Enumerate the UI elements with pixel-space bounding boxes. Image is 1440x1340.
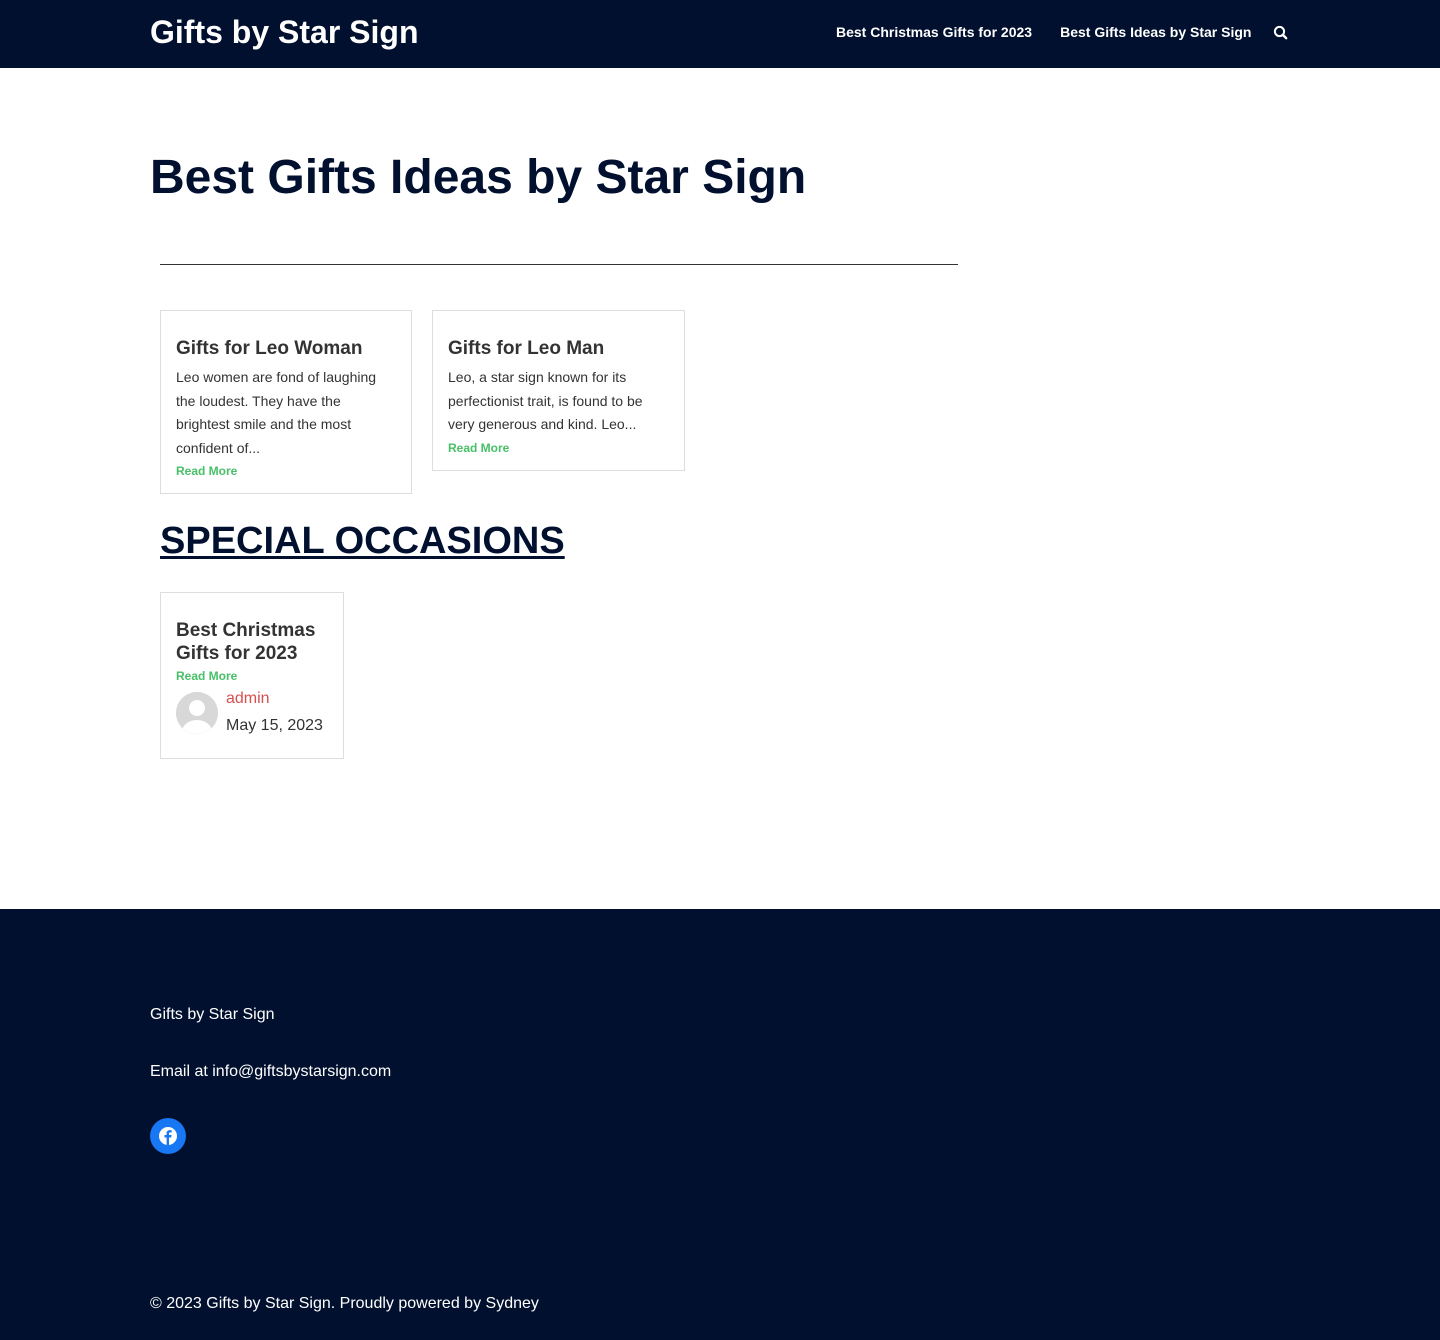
post-excerpt: Leo women are fond of laughing the loude… xyxy=(176,369,377,456)
author-meta: admin May 15, 2023 xyxy=(226,687,323,738)
nav-item-christmas-gifts[interactable]: Best Christmas Gifts for 2023 xyxy=(836,24,1032,40)
post-card: Gifts for Leo Man Leo, a star sign known… xyxy=(432,310,685,471)
avatar xyxy=(176,692,218,734)
post-excerpt: Leo, a star sign known for its perfectio… xyxy=(448,369,643,432)
site-footer: Gifts by Star Sign Email at info@giftsby… xyxy=(0,909,1440,1340)
read-more-link[interactable]: Read More xyxy=(448,441,669,455)
post-date: May 15, 2023 xyxy=(226,717,323,734)
post-author: admin May 15, 2023 xyxy=(176,687,328,738)
page-title: Best Gifts Ideas by Star Sign xyxy=(150,151,807,204)
nav-item-gift-ideas[interactable]: Best Gifts Ideas by Star Sign xyxy=(1060,24,1251,40)
divider xyxy=(160,264,958,265)
search-icon[interactable] xyxy=(1272,24,1290,42)
facebook-icon[interactable] xyxy=(150,1118,186,1154)
section-heading-special-occasions[interactable]: SPECIAL OCCASIONS xyxy=(160,520,565,563)
main-nav: Best Christmas Gifts for 2023 Best Gifts… xyxy=(836,24,1251,40)
post-card: Best Christmas Gifts for 2023 Read More … xyxy=(160,592,344,759)
read-more-link[interactable]: Read More xyxy=(176,669,328,683)
footer-title: Gifts by Star Sign xyxy=(150,1006,275,1023)
copyright-text: © 2023 Gifts by Star Sign. Proudly power… xyxy=(150,1295,539,1312)
post-card: Gifts for Leo Woman Leo women are fond o… xyxy=(160,310,412,494)
post-title[interactable]: Best Christmas Gifts for 2023 xyxy=(176,619,328,665)
read-more-link[interactable]: Read More xyxy=(176,464,396,478)
site-title-link[interactable]: Gifts by Star Sign xyxy=(150,14,418,51)
footer-email: Email at info@giftsbystarsign.com xyxy=(150,1063,392,1080)
post-title[interactable]: Gifts for Leo Man xyxy=(448,337,669,360)
post-title[interactable]: Gifts for Leo Woman xyxy=(176,337,396,360)
site-header: Gifts by Star Sign Best Christmas Gifts … xyxy=(0,0,1440,68)
author-name-link[interactable]: admin xyxy=(226,687,323,711)
